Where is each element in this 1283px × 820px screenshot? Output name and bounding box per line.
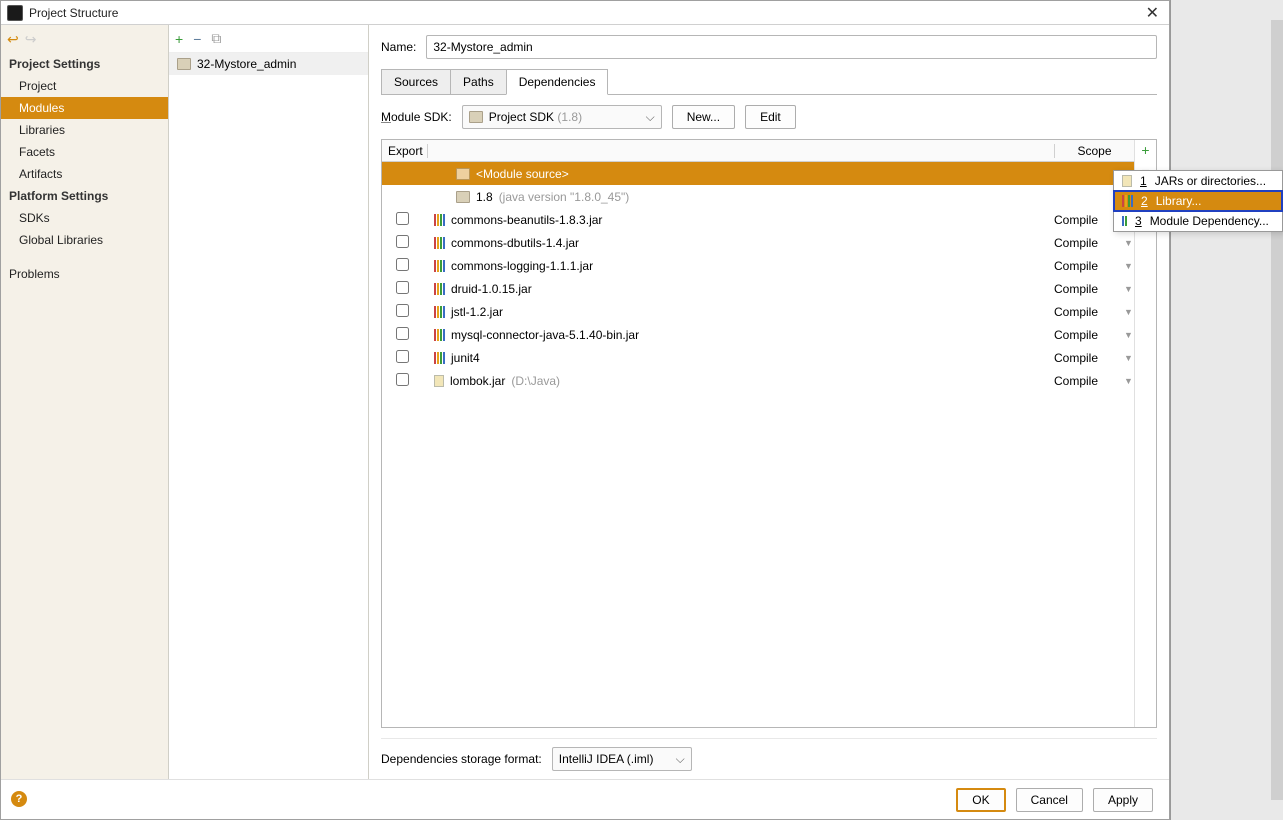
table-row[interactable]: lombok.jar (D:\Java)Compile▼ — [382, 369, 1134, 392]
library-icon — [434, 260, 445, 272]
jar-icon — [1122, 175, 1132, 187]
library-icon — [434, 306, 445, 318]
export-checkbox[interactable] — [396, 327, 409, 340]
export-checkbox[interactable] — [396, 212, 409, 225]
module-sdk-select[interactable]: Project SDK (1.8) — [462, 105, 662, 129]
dialog-title: Project Structure — [29, 6, 1142, 20]
table-row[interactable]: mysql-connector-java-5.1.40-bin.jarCompi… — [382, 323, 1134, 346]
library-icon — [434, 329, 445, 341]
ok-button[interactable]: OK — [956, 788, 1005, 812]
library-icon — [434, 214, 445, 226]
module-list-panel: + − ⧉ 32-Mystore_admin — [169, 25, 369, 779]
export-checkbox[interactable] — [396, 281, 409, 294]
table-row[interactable]: <Module source> — [382, 162, 1134, 185]
jdk-folder-icon — [456, 191, 470, 203]
popup-item-jars[interactable]: 1JARs or directories... — [1114, 171, 1282, 191]
add-dependency-popup: 1JARs or directories... 2Library... 3Mod… — [1113, 170, 1283, 232]
table-row[interactable]: jstl-1.2.jarCompile▼ — [382, 300, 1134, 323]
new-sdk-button[interactable]: New... — [672, 105, 735, 129]
table-row[interactable]: commons-beanutils-1.8.3.jarCompile▼ — [382, 208, 1134, 231]
module-sdk-label: MModule SDK:odule SDK: — [381, 110, 452, 124]
popup-item-library[interactable]: 2Library... — [1114, 191, 1282, 211]
add-module-icon[interactable]: + — [175, 31, 183, 47]
col-scope: Scope — [1054, 144, 1134, 158]
sdk-value: Project SDK (1.8) — [489, 110, 582, 124]
library-icon — [1122, 195, 1133, 207]
module-folder-icon — [177, 58, 191, 70]
col-export: Export — [382, 144, 428, 158]
table-row[interactable]: junit4Compile▼ — [382, 346, 1134, 369]
dialog-footer: OK Cancel Apply — [1, 779, 1169, 819]
add-dependency-icon[interactable]: + — [1141, 142, 1149, 158]
export-checkbox[interactable] — [396, 258, 409, 271]
dependencies-table: Export Scope <Module source> 1.8 (java v… — [382, 140, 1134, 727]
tab-sources[interactable]: Sources — [381, 69, 451, 94]
popup-item-module-dep[interactable]: 3Module Dependency... — [1114, 211, 1282, 231]
name-label: Name: — [381, 40, 416, 54]
sidebar: ↩ ↪ Project Settings Project Modules Lib… — [1, 25, 169, 779]
storage-label: Dependencies storage format: — [381, 752, 542, 766]
table-row[interactable]: druid-1.0.15.jarCompile▼ — [382, 277, 1134, 300]
module-detail-panel: Name: Sources Paths Dependencies MModule… — [369, 25, 1169, 779]
project-structure-dialog: Project Structure ✕ ↩ ↪ Project Settings… — [0, 0, 1170, 820]
library-icon — [434, 283, 445, 295]
tab-paths[interactable]: Paths — [450, 69, 507, 94]
module-name: 32-Mystore_admin — [197, 57, 296, 71]
jar-icon — [434, 375, 444, 387]
sdk-folder-icon — [469, 111, 483, 123]
sidebar-item-modules[interactable]: Modules — [1, 97, 168, 119]
cancel-button[interactable]: Cancel — [1016, 788, 1083, 812]
forward-icon[interactable]: ↪ — [25, 31, 37, 48]
tab-dependencies[interactable]: Dependencies — [506, 69, 609, 95]
sidebar-item-libraries[interactable]: Libraries — [1, 119, 168, 141]
table-row[interactable]: 1.8 (java version "1.8.0_45") — [382, 185, 1134, 208]
help-icon[interactable]: ? — [11, 791, 27, 807]
table-row[interactable]: commons-dbutils-1.4.jarCompile▼ — [382, 231, 1134, 254]
table-header: Export Scope — [382, 140, 1134, 162]
module-dep-icon — [1122, 216, 1127, 226]
intellij-icon — [7, 5, 23, 21]
close-icon[interactable]: ✕ — [1142, 3, 1163, 23]
module-list-item[interactable]: 32-Mystore_admin — [169, 53, 368, 75]
storage-format-select[interactable]: IntelliJ IDEA (.iml) — [552, 747, 692, 771]
edit-sdk-button[interactable]: Edit — [745, 105, 796, 129]
sidebar-item-artifacts[interactable]: Artifacts — [1, 163, 168, 185]
sidebar-item-project[interactable]: Project — [1, 75, 168, 97]
export-checkbox[interactable] — [396, 304, 409, 317]
sidebar-item-problems[interactable]: Problems — [1, 263, 168, 285]
dependencies-table-wrap: Export Scope <Module source> 1.8 (java v… — [381, 139, 1157, 728]
sidebar-toolbar: ↩ ↪ — [1, 25, 168, 53]
sidebar-item-global-libraries[interactable]: Global Libraries — [1, 229, 168, 251]
export-checkbox[interactable] — [396, 235, 409, 248]
module-list-toolbar: + − ⧉ — [169, 25, 368, 53]
source-folder-icon — [456, 168, 470, 180]
heading-platform-settings: Platform Settings — [1, 185, 168, 207]
apply-button[interactable]: Apply — [1093, 788, 1153, 812]
remove-module-icon[interactable]: − — [193, 31, 201, 47]
library-icon — [434, 352, 445, 364]
sidebar-item-sdks[interactable]: SDKs — [1, 207, 168, 229]
module-tabs: Sources Paths Dependencies — [381, 69, 1157, 95]
titlebar: Project Structure ✕ — [1, 1, 1169, 25]
copy-module-icon[interactable]: ⧉ — [211, 30, 221, 47]
module-name-input[interactable] — [426, 35, 1157, 59]
export-checkbox[interactable] — [396, 373, 409, 386]
table-row[interactable]: commons-logging-1.1.1.jarCompile▼ — [382, 254, 1134, 277]
back-icon[interactable]: ↩ — [7, 31, 19, 48]
heading-project-settings: Project Settings — [1, 53, 168, 75]
export-checkbox[interactable] — [396, 350, 409, 363]
sidebar-item-facets[interactable]: Facets — [1, 141, 168, 163]
background-editor — [1170, 0, 1283, 820]
library-icon — [434, 237, 445, 249]
